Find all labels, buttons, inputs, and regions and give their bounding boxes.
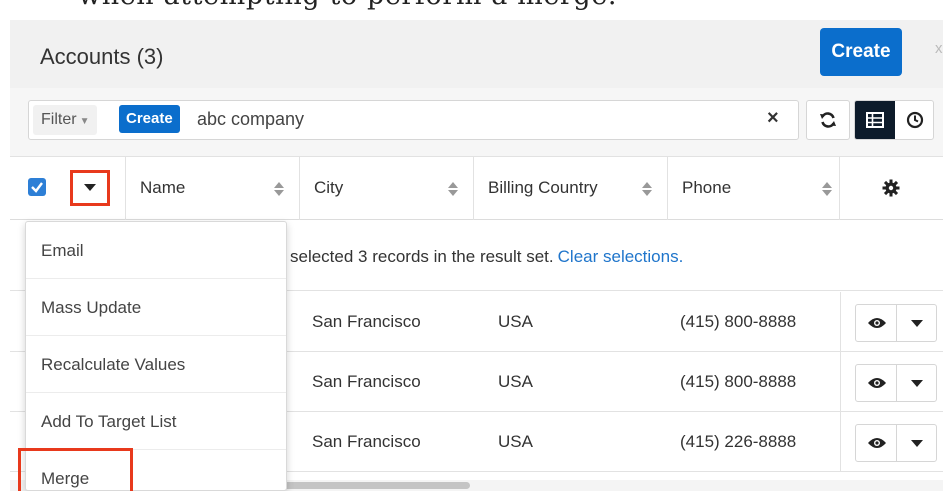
clear-search-icon[interactable]: × bbox=[767, 107, 779, 130]
cell-country: USA bbox=[498, 312, 533, 331]
close-icon[interactable]: x bbox=[935, 40, 943, 57]
column-label: Phone bbox=[682, 178, 732, 197]
select-column bbox=[10, 157, 126, 220]
column-billing-country[interactable]: Billing Country bbox=[474, 157, 668, 220]
eye-icon[interactable] bbox=[867, 376, 887, 390]
column-settings bbox=[840, 157, 943, 220]
caret-down-icon bbox=[84, 184, 96, 191]
mass-actions-menu: Email Mass Update Recalculate Values Add… bbox=[18, 221, 287, 491]
refresh-button[interactable] bbox=[806, 100, 850, 140]
clear-selections-link[interactable]: Clear selections. bbox=[558, 247, 684, 266]
sort-icon bbox=[448, 182, 458, 196]
list-view-icon bbox=[866, 112, 884, 128]
selection-message: selected 3 records in the result set. bbox=[290, 247, 554, 266]
column-phone[interactable]: Phone bbox=[668, 157, 840, 220]
column-label: City bbox=[314, 178, 344, 197]
menu-item-email[interactable]: Email bbox=[26, 222, 286, 279]
row-actions bbox=[855, 424, 937, 462]
column-label: Name bbox=[140, 178, 186, 197]
eye-icon[interactable] bbox=[867, 436, 887, 450]
menu-item-recalculate-values[interactable]: Recalculate Values bbox=[26, 336, 286, 393]
eye-icon[interactable] bbox=[867, 316, 887, 330]
gear-icon[interactable] bbox=[882, 179, 900, 197]
refresh-icon bbox=[820, 112, 836, 128]
caret-down-icon[interactable] bbox=[911, 380, 923, 388]
clock-icon bbox=[906, 111, 924, 129]
create-button[interactable]: Create bbox=[820, 28, 902, 76]
filter-create-button[interactable]: Create bbox=[119, 105, 180, 133]
filter-dropdown[interactable]: Filter ▼ bbox=[33, 105, 98, 135]
cell-country: USA bbox=[498, 432, 533, 451]
list-view-button[interactable] bbox=[855, 101, 895, 139]
row-actions bbox=[855, 304, 937, 342]
search-box[interactable]: Filter ▼ Create abc company × bbox=[28, 100, 799, 140]
column-label: Billing Country bbox=[488, 178, 598, 197]
chevron-down-icon: ▼ bbox=[79, 116, 90, 127]
list-header: Accounts (3) Create x bbox=[10, 20, 943, 88]
caret-down-icon[interactable] bbox=[911, 320, 923, 328]
activity-view-button[interactable] bbox=[895, 101, 933, 139]
filter-dropdown-label: Filter bbox=[41, 111, 77, 128]
row-actions bbox=[855, 364, 937, 402]
cell-phone: (415) 226-8888 bbox=[680, 432, 797, 451]
filter-bar: Filter ▼ Create abc company × bbox=[10, 88, 943, 156]
merge-highlight bbox=[18, 448, 133, 491]
caret-down-icon[interactable] bbox=[911, 440, 923, 448]
checkmark-icon bbox=[31, 182, 43, 193]
menu-item-mass-update[interactable]: Mass Update bbox=[26, 279, 286, 336]
document-caption: when attempting to perform a merge. bbox=[78, 0, 617, 11]
search-input[interactable]: abc company bbox=[197, 109, 304, 130]
column-city[interactable]: City bbox=[300, 157, 474, 220]
menu-item-add-to-target-list[interactable]: Add To Target List bbox=[26, 393, 286, 450]
sort-icon bbox=[822, 182, 832, 196]
cell-city: San Francisco bbox=[312, 372, 421, 391]
cell-city: San Francisco bbox=[312, 432, 421, 451]
page-title: Accounts (3) bbox=[40, 44, 164, 69]
cell-phone: (415) 800-8888 bbox=[680, 372, 797, 391]
cell-phone: (415) 800-8888 bbox=[680, 312, 797, 331]
column-name[interactable]: Name bbox=[126, 157, 300, 220]
mass-actions-dropdown[interactable] bbox=[70, 170, 110, 206]
view-toggle bbox=[854, 100, 934, 140]
select-all-checkbox[interactable] bbox=[28, 178, 46, 196]
sort-icon bbox=[642, 182, 652, 196]
sort-icon bbox=[274, 182, 284, 196]
cell-country: USA bbox=[498, 372, 533, 391]
scrollbar-thumb[interactable] bbox=[282, 482, 470, 489]
cell-city: San Francisco bbox=[312, 312, 421, 331]
table-header: Name City Billing Country Phone bbox=[10, 156, 943, 220]
